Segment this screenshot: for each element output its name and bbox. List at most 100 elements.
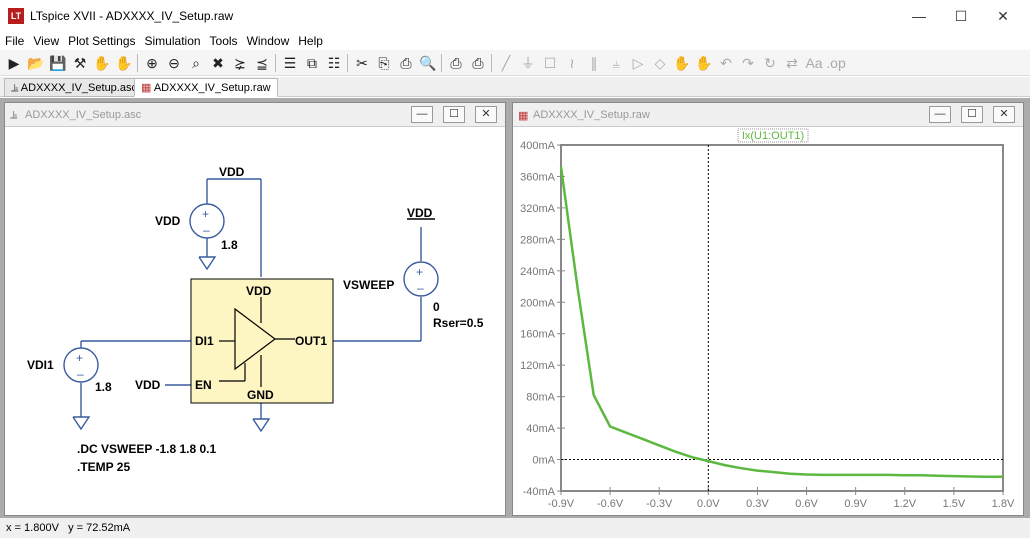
halt-icon[interactable]: ✋ [92,53,112,73]
mirror-icon[interactable]: ⇄ [782,53,802,73]
minimize-button[interactable]: — [411,106,433,123]
series-point [838,474,840,476]
document-tabs: ⫡ ADXXXX_IV_Setup.asc ▦ ADXXXX_IV_Setup.… [0,77,1030,97]
series-point [887,474,889,476]
open-icon[interactable]: 📂 [26,53,46,73]
source-value-vdi1: 1.8 [95,380,112,394]
legend-series-name: Ix(U1:OUT1) [742,130,804,142]
mdi-area: ⫡ ADXXXX_IV_Setup.asc — ☐ ✕ + – + – + – … [0,98,1030,518]
series-point [871,474,873,476]
component-icon[interactable]: ◇ [650,53,670,73]
menu-view[interactable]: View [28,32,63,50]
series-point [560,166,562,168]
x-tick-label: -0.9V [548,498,575,510]
menu-file[interactable]: File [0,32,28,50]
label-icon[interactable]: ☐ [540,53,560,73]
series-point [625,432,627,434]
series-point [920,474,922,476]
inductor-icon[interactable]: ⫨ [606,53,626,73]
zoom-area-icon[interactable]: ⌕ [186,53,206,73]
series-point [969,475,971,477]
schematic-icon: ⫡ [11,82,21,94]
rotate-icon[interactable]: ↻ [760,53,780,73]
y-tick-label: 320mA [520,203,556,215]
ltspice-app-icon[interactable]: LT [8,8,24,24]
series-point [658,444,660,446]
toolbar: ▶ 📂 💾 ⚒ ✋ ✋ ⊕ ⊖ ⌕ ✖ ⪲ ⪳ ☰ ⧉ ☷ ✂ ⎘ ⎙ 🔍 ⎙ ⎙ ╱ ⏚ ☐ ≀ ∥ ⫨ ▷ ◇ ✋ ✋ ↶ ↷ ↻ ⇄ Aa .op [0,50,1030,76]
waveform-window-title: ADXXXX_IV_Setup.raw [533,109,650,121]
pan-icon[interactable]: ✋ [114,53,134,73]
menu-simulation[interactable]: Simulation [140,32,205,50]
resistor-icon[interactable]: ≀ [562,53,582,73]
tab-schematic[interactable]: ⫡ ADXXXX_IV_Setup.asc [4,78,144,97]
spice-directive-temp[interactable]: .TEMP 25 [77,460,130,474]
zoom-in-icon[interactable]: ⊕ [142,53,162,73]
waveform-plot[interactable]: 400mA 360mA 320mA 280mA 240mA 200mA 160mA 120mA… [513,127,1023,515]
close-button[interactable]: ✕ [993,106,1015,123]
diode-icon[interactable]: ▷ [628,53,648,73]
toolbar-separator [347,54,348,72]
waveform-window-titlebar[interactable]: ▦ ADXXXX_IV_Setup.raw — ☐ ✕ [513,103,1023,127]
menu-window[interactable]: Window [242,32,294,50]
x-tick-label: 1.8V [992,498,1015,510]
series-point [904,474,906,476]
autorange-icon[interactable]: ⪲ [230,53,250,73]
text-icon[interactable]: Aa [804,53,824,73]
pin-vdd: VDD [246,284,272,298]
maximize-button[interactable]: ☐ [443,106,465,123]
series-point [937,475,939,477]
cascade-icon[interactable]: ⧉ [302,53,322,73]
maximize-button[interactable]: ☐ [946,6,976,26]
spice-directive-dc[interactable]: .DC VSWEEP -1.8 1.8 0.1 [77,442,216,456]
move-icon[interactable]: ✋ [672,53,692,73]
drag-icon[interactable]: ✋ [694,53,714,73]
minimize-button[interactable]: — [904,6,934,26]
paste-icon[interactable]: ⎙ [396,53,416,73]
svg-text:+: + [76,351,83,365]
wire-icon[interactable]: ╱ [496,53,516,73]
status-y-readout: y = 72.52mA [68,522,131,534]
menu-tools[interactable]: Tools [205,32,242,50]
schematic-canvas[interactable]: + – + – + – VDD VDD 1.8 VDD VSWEEP 0 Rser=0… [5,127,505,515]
menu-help[interactable]: Help [293,32,327,50]
tab-waveform[interactable]: ▦ ADXXXX_IV_Setup.raw [134,78,278,97]
undo-icon[interactable]: ↶ [716,53,736,73]
x-tick-label: 1.2V [893,498,916,510]
find-icon[interactable]: 🔍 [418,53,438,73]
zoom-out-icon[interactable]: ⊖ [164,53,184,73]
y-tick-label: 120mA [520,360,556,372]
copy-icon[interactable]: ⎘ [374,53,394,73]
series-point [675,451,677,453]
maximize-button[interactable]: ☐ [961,106,983,123]
pin-gnd: GND [247,388,274,402]
schematic-window-titlebar[interactable]: ⫡ ADXXXX_IV_Setup.asc — ☐ ✕ [5,103,505,127]
redo-icon[interactable]: ↷ [738,53,758,73]
capacitor-icon[interactable]: ∥ [584,53,604,73]
control-panel-icon[interactable]: ⚒ [70,53,90,73]
schematic-window: ⫡ ADXXXX_IV_Setup.asc — ☐ ✕ + – + – + – … [4,102,506,516]
tile-horizontal-icon[interactable]: ☰ [280,53,300,73]
fit-icon[interactable]: ⪳ [252,53,272,73]
close-button[interactable]: ✕ [475,106,497,123]
y-tick-label: 160mA [520,329,556,341]
y-tick-label: 280mA [520,234,556,246]
run-icon[interactable]: ▶ [4,53,24,73]
series-point [953,475,955,477]
waveform-icon: ▦ [141,82,154,94]
print-icon[interactable]: ⎙ [468,53,488,73]
spice-directive-icon[interactable]: .op [826,53,846,73]
pin-out1: OUT1 [295,334,327,348]
ground-icon[interactable]: ⏚ [518,53,538,73]
x-tick-label: 0.9V [844,498,867,510]
menu-plot-settings[interactable]: Plot Settings [63,32,139,50]
svg-text:–: – [77,367,84,381]
tile-vertical-icon[interactable]: ☷ [324,53,344,73]
svg-text:+: + [202,207,209,221]
close-button[interactable]: ✕ [988,6,1018,26]
zoom-cancel-icon[interactable]: ✖ [208,53,228,73]
svg-text:–: – [417,281,424,295]
save-icon[interactable]: 💾 [48,53,68,73]
print-setup-icon[interactable]: ⎙ [446,53,466,73]
cut-icon[interactable]: ✂ [352,53,372,73]
minimize-button[interactable]: — [929,106,951,123]
